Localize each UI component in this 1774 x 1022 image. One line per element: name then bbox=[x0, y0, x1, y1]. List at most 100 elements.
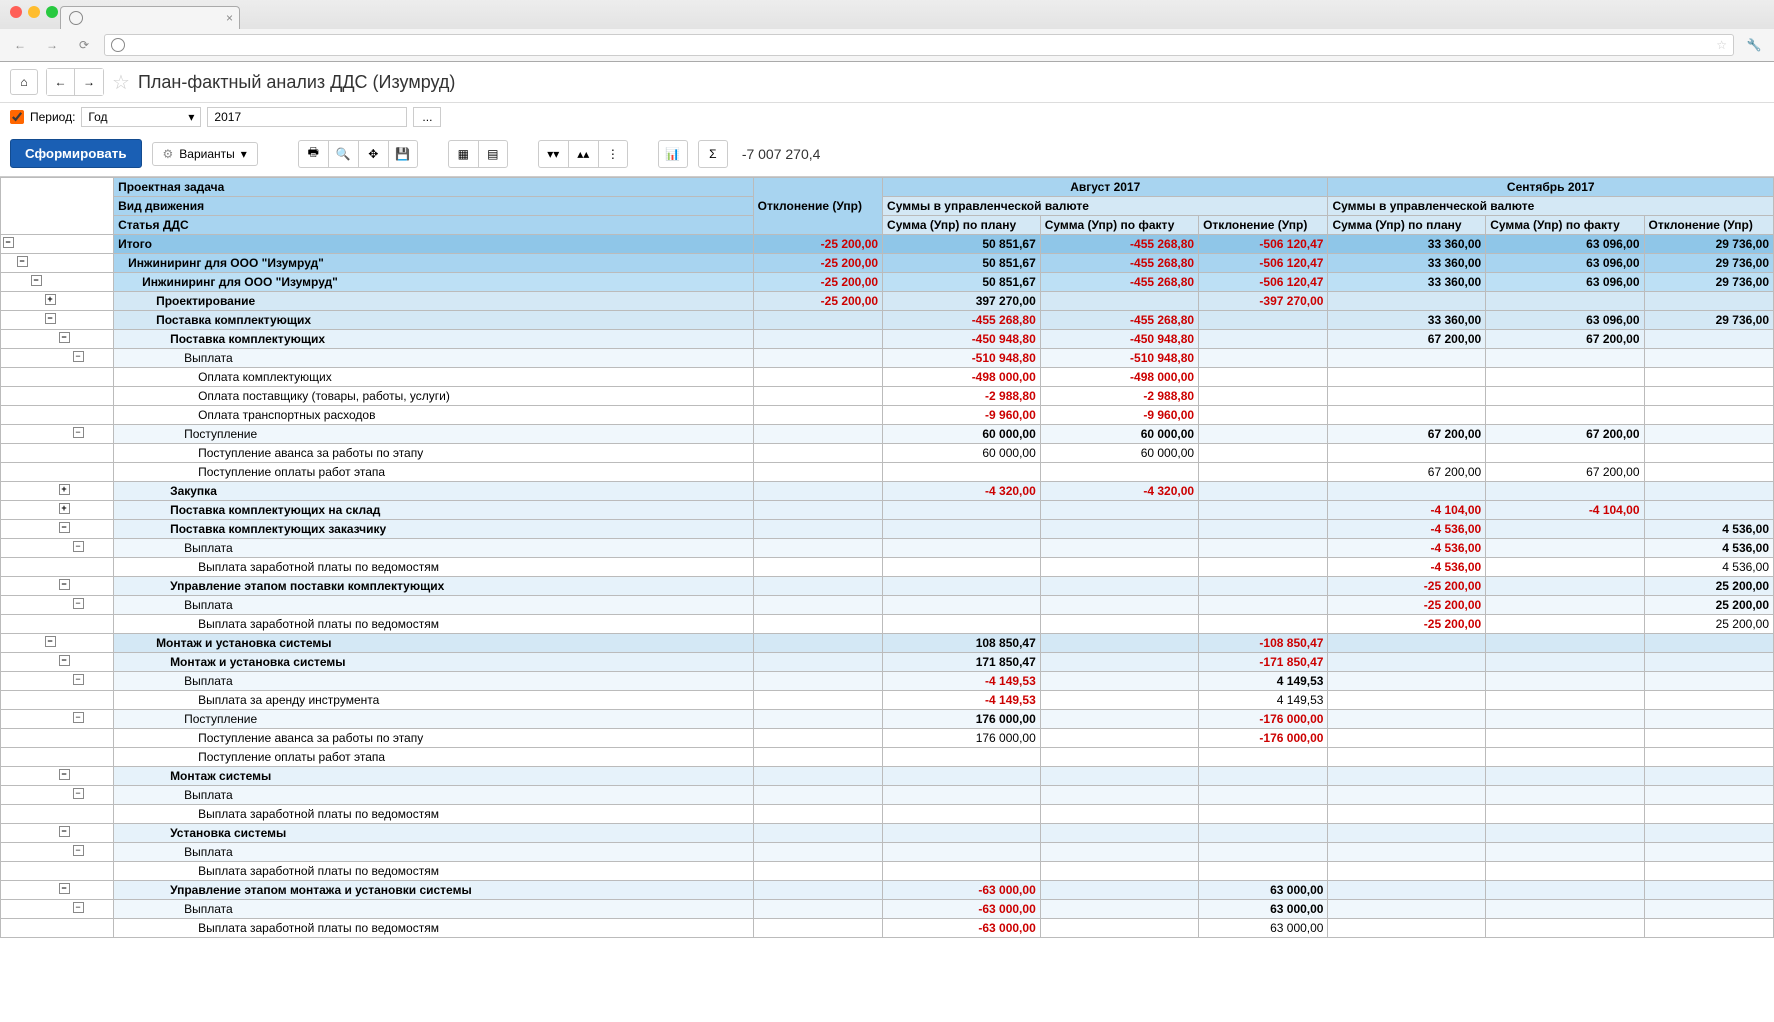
variants-button[interactable]: ⚙ Варианты ▾ bbox=[152, 142, 258, 166]
table-row[interactable]: −Поставка комплектующих заказчику-4 536,… bbox=[1, 520, 1774, 539]
wrench-icon[interactable]: 🔧 bbox=[1742, 33, 1766, 57]
table-row[interactable]: −Выплата-510 948,80-510 948,80 bbox=[1, 349, 1774, 368]
collapse-toggle[interactable]: − bbox=[59, 769, 70, 780]
home-button[interactable]: ⌂ bbox=[10, 69, 38, 95]
table-row[interactable]: −Инжиниринг для ООО "Изумруд"-25 200,005… bbox=[1, 273, 1774, 292]
expand-toggle[interactable]: + bbox=[59, 484, 70, 495]
collapse-toggle[interactable]: − bbox=[59, 826, 70, 837]
browser-back-btn[interactable]: ← bbox=[8, 33, 32, 57]
save-button[interactable]: 💾 bbox=[388, 140, 418, 168]
expand-toggle[interactable]: + bbox=[45, 294, 56, 305]
table-row[interactable]: −Выплата-25 200,0025 200,00 bbox=[1, 596, 1774, 615]
table-row[interactable]: −Поступление176 000,00-176 000,00 bbox=[1, 710, 1774, 729]
table-row[interactable]: Выплата заработной платы по ведомостям-2… bbox=[1, 615, 1774, 634]
tab-close-icon[interactable]: × bbox=[226, 11, 233, 25]
table-row[interactable]: −Выплата-63 000,0063 000,00 bbox=[1, 900, 1774, 919]
collapse-toggle[interactable]: − bbox=[73, 902, 84, 913]
app-titlebar: ⌂ ← → ☆ План-фактный анализ ДДС (Изумруд… bbox=[0, 62, 1774, 103]
collapse-toggle[interactable]: − bbox=[31, 275, 42, 286]
table-view1-button[interactable]: ▦ bbox=[448, 140, 478, 168]
collapse-toggle[interactable]: − bbox=[73, 351, 84, 362]
window-min-btn[interactable] bbox=[28, 6, 40, 18]
print-button[interactable]: 🖶 bbox=[298, 140, 328, 168]
table-row[interactable]: Оплата поставщику (товары, работы, услуг… bbox=[1, 387, 1774, 406]
table-row[interactable]: −Монтаж и установка системы171 850,47-17… bbox=[1, 653, 1774, 672]
bookmark-star-icon[interactable]: ☆ bbox=[1716, 38, 1727, 52]
table-row[interactable]: −Выплата-4 149,534 149,53 bbox=[1, 672, 1774, 691]
back-button[interactable]: ← bbox=[47, 69, 75, 95]
collapse-toggle[interactable]: − bbox=[73, 541, 84, 552]
expand-toggle[interactable]: + bbox=[59, 503, 70, 514]
favorite-star-icon[interactable]: ☆ bbox=[112, 70, 130, 95]
cell-value bbox=[1486, 634, 1644, 653]
table-row[interactable]: Поступление оплаты работ этапа bbox=[1, 748, 1774, 767]
collapse-toggle[interactable]: − bbox=[45, 636, 56, 647]
table-row[interactable]: −Управление этапом поставки комплектующи… bbox=[1, 577, 1774, 596]
cell-value bbox=[883, 615, 1041, 634]
table-row[interactable]: −Управление этапом монтажа и установки с… bbox=[1, 881, 1774, 900]
table-row[interactable]: +Проектирование-25 200,00397 270,00-397 … bbox=[1, 292, 1774, 311]
collapse-toggle[interactable]: − bbox=[3, 237, 14, 248]
table-row[interactable]: −Выплата-4 536,004 536,00 bbox=[1, 539, 1774, 558]
table-row[interactable]: −Монтаж и установка системы108 850,47-10… bbox=[1, 634, 1774, 653]
table-row[interactable]: +Поставка комплектующих на склад-4 104,0… bbox=[1, 501, 1774, 520]
collapse-toggle[interactable]: − bbox=[45, 313, 56, 324]
preview-button[interactable]: 🔍 bbox=[328, 140, 358, 168]
table-view2-button[interactable]: ▤ bbox=[478, 140, 508, 168]
collapse-toggle[interactable]: − bbox=[73, 712, 84, 723]
move-button[interactable]: ✥ bbox=[358, 140, 388, 168]
collapse-toggle[interactable]: − bbox=[59, 883, 70, 894]
collapse-toggle[interactable]: − bbox=[73, 845, 84, 856]
table-row[interactable]: Оплата комплектующих-498 000,00-498 000,… bbox=[1, 368, 1774, 387]
collapse-toggle[interactable]: − bbox=[73, 598, 84, 609]
collapse-toggle[interactable]: − bbox=[17, 256, 28, 267]
table-row[interactable]: −Установка системы bbox=[1, 824, 1774, 843]
period-year-input[interactable]: 2017 bbox=[207, 107, 407, 127]
cell-value bbox=[1328, 824, 1486, 843]
collapse-toggle[interactable]: − bbox=[59, 522, 70, 533]
table-row[interactable]: −Монтаж системы bbox=[1, 767, 1774, 786]
table-row[interactable]: Выплата заработной платы по ведомостям bbox=[1, 862, 1774, 881]
table-row[interactable]: −Выплата bbox=[1, 843, 1774, 862]
collapse-all-button[interactable]: ▴▴ bbox=[568, 140, 598, 168]
chart-button[interactable]: 📊 bbox=[658, 140, 688, 168]
table-row[interactable]: −Итого-25 200,0050 851,67-455 268,80-506… bbox=[1, 235, 1774, 254]
collapse-toggle[interactable]: − bbox=[59, 332, 70, 343]
table-row[interactable]: Поступление аванса за работы по этапу176… bbox=[1, 729, 1774, 748]
table-row[interactable]: −Поступление60 000,0060 000,0067 200,006… bbox=[1, 425, 1774, 444]
collapse-toggle[interactable]: − bbox=[73, 427, 84, 438]
collapse-toggle[interactable]: − bbox=[59, 579, 70, 590]
period-checkbox[interactable] bbox=[10, 110, 24, 124]
table-row[interactable]: Выплата заработной платы по ведомостям-6… bbox=[1, 919, 1774, 938]
browser-reload-btn[interactable]: ⟳ bbox=[72, 33, 96, 57]
window-close-btn[interactable] bbox=[10, 6, 22, 18]
header-fact-aug: Сумма (Упр) по факту bbox=[1040, 216, 1198, 235]
table-row[interactable]: Выплата заработной платы по ведомостям bbox=[1, 805, 1774, 824]
table-row[interactable]: Выплата за аренду инструмента-4 149,534 … bbox=[1, 691, 1774, 710]
table-row[interactable]: −Инжиниринг для ООО "Изумруд"-25 200,005… bbox=[1, 254, 1774, 273]
address-bar[interactable]: ☆ bbox=[104, 34, 1734, 56]
arrow-right-icon: → bbox=[83, 75, 95, 89]
collapse-toggle[interactable]: − bbox=[73, 674, 84, 685]
browser-fwd-btn[interactable]: → bbox=[40, 33, 64, 57]
report-table-wrap[interactable]: Проектная задача Отклонение (Упр) Август… bbox=[0, 177, 1774, 938]
sum-button[interactable]: Σ bbox=[698, 140, 728, 168]
collapse-toggle[interactable]: − bbox=[59, 655, 70, 666]
table-row[interactable]: Выплата заработной платы по ведомостям-4… bbox=[1, 558, 1774, 577]
tree-button[interactable]: ⋮ bbox=[598, 140, 628, 168]
collapse-toggle[interactable]: − bbox=[73, 788, 84, 799]
forward-button[interactable]: → bbox=[75, 69, 103, 95]
table-row[interactable]: −Поставка комплектующих-455 268,80-455 2… bbox=[1, 311, 1774, 330]
table-row[interactable]: +Закупка-4 320,00-4 320,00 bbox=[1, 482, 1774, 501]
browser-tab[interactable]: × bbox=[60, 6, 240, 29]
window-max-btn[interactable] bbox=[46, 6, 58, 18]
table-row[interactable]: Поступление аванса за работы по этапу60 … bbox=[1, 444, 1774, 463]
expand-all-button[interactable]: ▾▾ bbox=[538, 140, 568, 168]
table-row[interactable]: Оплата транспортных расходов-9 960,00-9 … bbox=[1, 406, 1774, 425]
table-row[interactable]: −Выплата bbox=[1, 786, 1774, 805]
table-row[interactable]: Поступление оплаты работ этапа67 200,006… bbox=[1, 463, 1774, 482]
period-type-select[interactable]: Год ▾ bbox=[81, 107, 201, 127]
period-more-button[interactable]: ... bbox=[413, 107, 441, 127]
form-button[interactable]: Сформировать bbox=[10, 139, 142, 168]
table-row[interactable]: −Поставка комплектующих-450 948,80-450 9… bbox=[1, 330, 1774, 349]
